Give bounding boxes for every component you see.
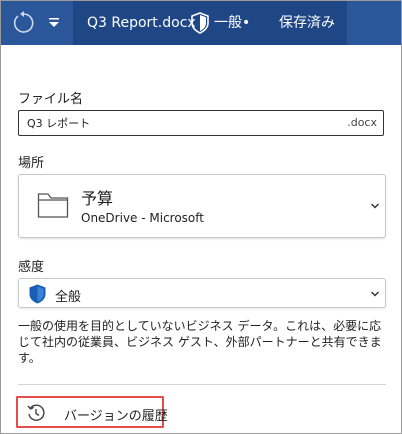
history-icon bbox=[27, 404, 45, 421]
filename-field[interactable]: .docx bbox=[18, 110, 384, 136]
save-status: 保存済み bbox=[279, 15, 335, 31]
sensitivity-value: 全般 bbox=[55, 290, 82, 305]
chevron-down-icon bbox=[371, 203, 379, 209]
sensitivity-label: 感度 bbox=[18, 260, 45, 275]
version-history-label: バージョンの履歴 bbox=[64, 409, 168, 424]
version-history-button[interactable]: バージョンの履歴 bbox=[16, 396, 168, 428]
filename-extension: .docx bbox=[347, 116, 377, 129]
document-name[interactable]: Q3 Report.docx bbox=[87, 1, 196, 45]
location-folder-name: 予算 bbox=[81, 189, 114, 208]
shield-icon bbox=[191, 12, 209, 34]
sensitivity-description: 一般の使用を目的としていないビジネス データ。これは、必要に応じて社内の従業員、… bbox=[18, 319, 382, 365]
divider bbox=[18, 384, 386, 385]
refresh-icon[interactable] bbox=[11, 10, 37, 36]
sensitivity-title[interactable]: 一般• bbox=[214, 1, 250, 45]
quick-access-dropdown-icon[interactable] bbox=[48, 18, 60, 28]
filename-label: ファイル名 bbox=[18, 92, 84, 107]
location-label: 場所 bbox=[18, 156, 45, 171]
title-bar: Q3 Report.docx 一般• 保存済み bbox=[1, 1, 401, 45]
shield-icon bbox=[29, 284, 46, 304]
chevron-down-icon bbox=[371, 291, 379, 297]
location-picker[interactable]: 予算 OneDrive - Microsoft bbox=[18, 174, 386, 238]
sensitivity-dropdown[interactable]: 全般 bbox=[18, 278, 386, 308]
folder-icon bbox=[37, 193, 69, 218]
location-path: OneDrive - Microsoft bbox=[81, 211, 204, 225]
filename-input[interactable] bbox=[27, 115, 327, 131]
